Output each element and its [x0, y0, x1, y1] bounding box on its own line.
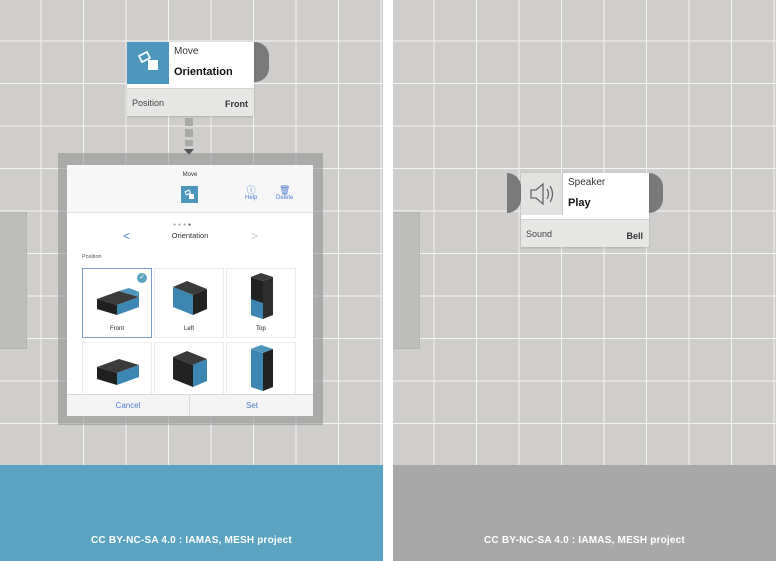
- cancel-button[interactable]: Cancel: [67, 401, 189, 410]
- right-panel: Speaker Play Sound Bell CC BY-NC-SA 4.0 …: [393, 0, 776, 561]
- speaker-play-block[interactable]: Speaker Play Sound Bell: [521, 173, 649, 247]
- block-property-row[interactable]: Position Front: [127, 88, 254, 116]
- credit-footer: CC BY-NC-SA 4.0 : IAMAS, MESH project: [0, 465, 383, 561]
- delete-label: Delete: [276, 195, 294, 201]
- help-button[interactable]: ⓘ Help: [245, 185, 257, 201]
- left-orientation-image: [173, 281, 207, 315]
- side-drawer-handle[interactable]: [393, 212, 420, 349]
- section-label: Position: [82, 254, 102, 260]
- rotate-tag-icon: [184, 189, 194, 199]
- page-indicator-dots: ●●●●: [173, 222, 194, 228]
- block-category: Speaker: [568, 177, 606, 188]
- move-orientation-block[interactable]: Move Orientation Position Front: [127, 42, 254, 116]
- block-category: Move: [174, 46, 199, 57]
- orientation-tile-top[interactable]: Top: [226, 268, 296, 338]
- speaker-block-icon-box: [521, 173, 563, 215]
- block-name: Play: [568, 197, 591, 209]
- delete-button[interactable]: 🗑 Delete: [276, 185, 293, 201]
- credit-text: CC BY-NC-SA 4.0 : IAMAS, MESH project: [91, 535, 292, 546]
- trash-icon: 🗑: [278, 185, 291, 195]
- tile-label: Left: [183, 326, 194, 332]
- orientation-tile-front[interactable]: ✓ Front: [82, 268, 152, 338]
- property-label: Sound: [526, 229, 553, 239]
- tile-label: Front: [109, 326, 124, 332]
- block-property-row[interactable]: Sound Bell: [521, 219, 649, 247]
- move-block-icon-box: [127, 42, 169, 84]
- orientation-tile-left[interactable]: Left: [154, 268, 224, 338]
- set-button[interactable]: Set: [191, 401, 313, 410]
- footer-divider: [189, 395, 190, 416]
- credit-footer: CC BY-NC-SA 4.0 : IAMAS, MESH project: [393, 465, 776, 561]
- property-value: Front: [225, 99, 248, 109]
- help-label: Help: [245, 195, 258, 201]
- help-icon: ⓘ: [246, 185, 256, 195]
- tile-label: Top: [256, 326, 266, 332]
- top-orientation-image: [251, 273, 273, 319]
- side-drawer-handle[interactable]: [0, 212, 27, 349]
- block-name: Orientation: [174, 66, 233, 78]
- popover-pointer: [184, 118, 194, 155]
- orientation-image: [97, 359, 139, 385]
- left-panel: Move Orientation Position Front Move ⓘ H…: [0, 0, 383, 561]
- speaker-icon: [530, 182, 554, 206]
- orientation-modal: Move ⓘ Help 🗑 Delete ●●●● < Orientation …: [67, 165, 313, 416]
- modal-header: Move ⓘ Help 🗑 Delete: [67, 165, 313, 213]
- property-label: Position: [132, 98, 165, 108]
- credit-text: CC BY-NC-SA 4.0 : IAMAS, MESH project: [484, 535, 685, 546]
- property-value: Bell: [626, 231, 643, 241]
- rotate-tag-icon: [137, 50, 158, 70]
- orientation-image: [251, 345, 273, 391]
- next-page-button[interactable]: >: [251, 229, 258, 243]
- modal-title: Move: [182, 172, 198, 178]
- modal-block-icon: [181, 186, 198, 203]
- modal-subtitle: Orientation: [171, 231, 209, 240]
- modal-footer: Cancel Set: [67, 394, 313, 416]
- selected-check-icon: ✓: [137, 273, 147, 283]
- orientation-image: [173, 351, 207, 387]
